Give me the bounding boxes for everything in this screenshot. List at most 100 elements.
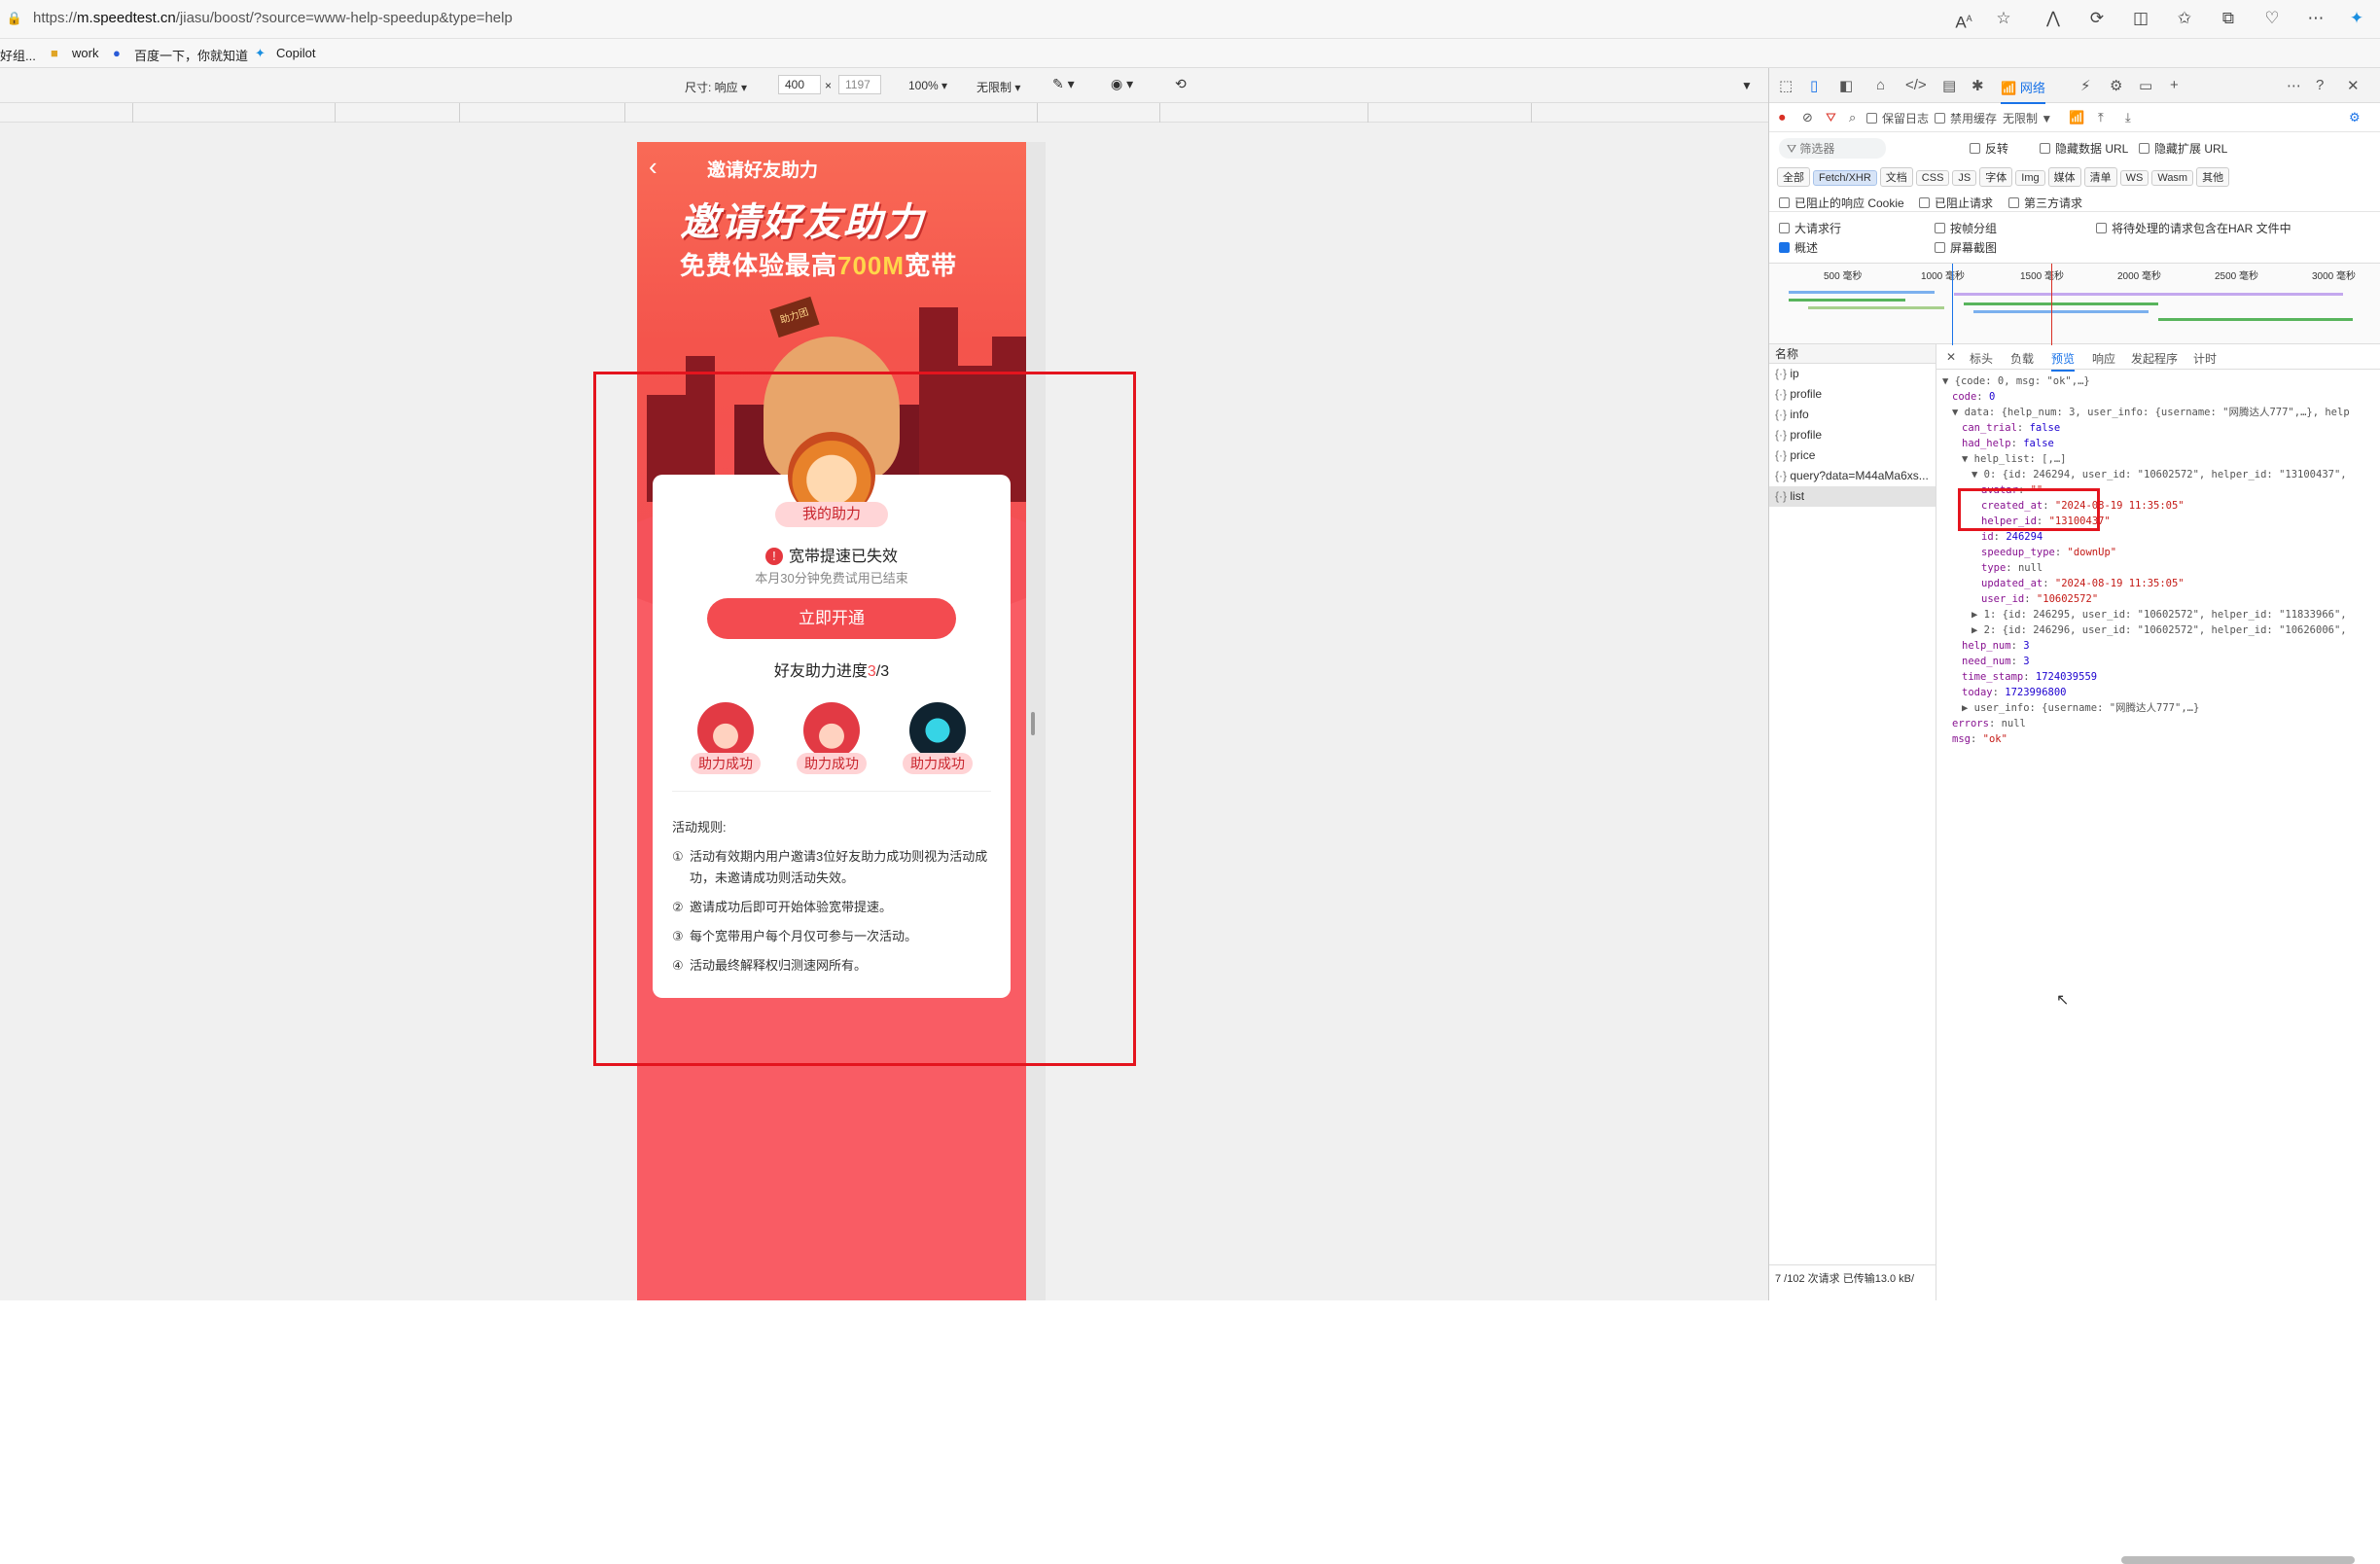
- elements-icon[interactable]: </>: [1905, 77, 1927, 93]
- close-devtools-icon[interactable]: ✕: [2347, 77, 2360, 94]
- tab-headers[interactable]: 标头: [1970, 350, 1993, 367]
- timeline-overview[interactable]: 500 毫秒 1000 毫秒 1500 毫秒 2000 毫秒 2500 毫秒 3…: [1769, 263, 2380, 345]
- bookmark-copilot[interactable]: Copilot: [276, 46, 315, 60]
- throttle-select[interactable]: 无限制 ▼: [2003, 110, 2052, 126]
- chip-css[interactable]: CSS: [1915, 170, 1950, 186]
- json-preview[interactable]: ▼ {code: 0, msg: "ok",…} code: 0 ▼ data: {…: [1942, 373, 2350, 747]
- browser-essentials-icon[interactable]: ♡: [2261, 8, 2283, 29]
- application-icon[interactable]: ▭: [2139, 77, 2152, 94]
- lock-icon[interactable]: 🔒: [4, 8, 25, 29]
- dock-icon[interactable]: ◧: [1839, 77, 1853, 94]
- copilot-icon[interactable]: ✦: [2346, 8, 2367, 29]
- request-row[interactable]: {·} profile: [1769, 425, 1936, 445]
- tab-network[interactable]: 📶 网络: [2001, 78, 2045, 104]
- bookmark-item[interactable]: 好组...: [0, 46, 36, 64]
- eye-icon[interactable]: ◉ ▾: [1111, 76, 1133, 92]
- home-icon[interactable]: ⌂: [1876, 77, 1885, 93]
- sources-icon[interactable]: ✱: [1971, 77, 1984, 94]
- extension-icon[interactable]: ⋀: [2043, 8, 2064, 29]
- screenshots-checkbox[interactable]: 屏幕截图: [1935, 239, 1997, 256]
- record-icon[interactable]: ⏺: [1779, 110, 1786, 125]
- device-toggle-icon[interactable]: ▯: [1810, 77, 1818, 94]
- request-row[interactable]: {·} info: [1769, 405, 1936, 425]
- url-field[interactable]: https://m.speedtest.cn/jiasu/boost/?sour…: [33, 10, 513, 26]
- tab-timing[interactable]: 计时: [2193, 350, 2217, 367]
- width-input[interactable]: 400: [778, 75, 821, 94]
- chip-all[interactable]: 全部: [1777, 167, 1810, 187]
- wifi-icon[interactable]: 📶: [2069, 110, 2084, 125]
- throttle-select[interactable]: 无限制 ▾: [977, 79, 1020, 95]
- rotate-icon[interactable]: ⟲: [1175, 76, 1187, 92]
- help-icon[interactable]: ?: [2316, 77, 2324, 93]
- chip-other[interactable]: 其他: [2196, 167, 2230, 187]
- chip-js[interactable]: JS: [1952, 170, 1977, 186]
- dimensions-select[interactable]: 尺寸: 响应 ▾: [685, 79, 747, 95]
- filter-input[interactable]: ⛛ 筛选器: [1779, 138, 1886, 159]
- json-line[interactable]: today: 1723996800: [1942, 685, 2350, 700]
- json-line[interactable]: ▶ user_info: {username: "网腾达人777",…}: [1942, 700, 2350, 716]
- chip-media[interactable]: 媒体: [2047, 167, 2081, 187]
- settings-gear-icon[interactable]: ⚙: [2349, 110, 2361, 125]
- request-row[interactable]: {·} ip: [1769, 364, 1936, 384]
- close-detail-icon[interactable]: ✕: [1946, 350, 1956, 364]
- hide-ext-url-checkbox[interactable]: 隐藏扩展 URL: [2139, 140, 2227, 157]
- chevron-left-icon[interactable]: ‹: [649, 152, 657, 182]
- inspect-icon[interactable]: ⬚: [1779, 77, 1793, 94]
- request-row[interactable]: {·} profile: [1769, 384, 1936, 405]
- json-line[interactable]: id: 246294: [1942, 529, 2350, 545]
- json-line[interactable]: help_num: 3: [1942, 638, 2350, 654]
- chip-img[interactable]: Img: [2015, 170, 2045, 186]
- zoom-select[interactable]: 100% ▾: [908, 79, 947, 92]
- json-line[interactable]: ▼ data: {help_num: 3, user_info: {userna…: [1942, 405, 2350, 420]
- json-line[interactable]: updated_at: "2024-08-19 11:35:05": [1942, 576, 2350, 591]
- favorites-icon[interactable]: ✩: [2174, 8, 2195, 29]
- overview-checkbox[interactable]: 概述: [1779, 239, 1818, 256]
- tab-initiator[interactable]: 发起程序: [2131, 350, 2178, 367]
- pen-icon[interactable]: ✎ ▾: [1052, 76, 1075, 92]
- bookmark-work[interactable]: work: [72, 46, 98, 60]
- device-menu-icon[interactable]: ▼: [1741, 79, 1753, 92]
- memory-icon[interactable]: ⚙: [2110, 77, 2122, 94]
- read-aloud-icon[interactable]: AA: [1953, 8, 1974, 32]
- json-line[interactable]: time_stamp: 1724039559: [1942, 669, 2350, 685]
- json-line[interactable]: ▼ {code: 0, msg: "ok",…}: [1942, 373, 2350, 389]
- request-row-selected[interactable]: {·} list: [1769, 486, 1936, 507]
- json-line[interactable]: ▶ 1: {id: 246295, user_id: "10602572", h…: [1942, 607, 2350, 622]
- big-rows-checkbox[interactable]: 大请求行: [1779, 220, 1841, 236]
- refresh-icon[interactable]: ⟳: [2086, 8, 2108, 29]
- har-checkbox[interactable]: 将待处理的请求包含在HAR 文件中: [2096, 220, 2291, 236]
- more-icon[interactable]: ⋯: [2287, 77, 2301, 94]
- chip-doc[interactable]: 文档: [1879, 167, 1913, 187]
- group-by-frame-checkbox[interactable]: 按帧分组: [1935, 220, 1997, 236]
- chip-fetch-xhr[interactable]: Fetch/XHR: [1813, 170, 1877, 186]
- blocked-requests-checkbox[interactable]: 已阻止请求: [1919, 195, 1993, 211]
- chip-manifest[interactable]: 清单: [2083, 167, 2117, 187]
- tab-preview[interactable]: 预览: [2051, 350, 2076, 372]
- clear-icon[interactable]: ⊘: [1802, 110, 1813, 125]
- json-line[interactable]: code: 0: [1942, 389, 2350, 405]
- performance-icon[interactable]: ⚡: [2080, 77, 2091, 94]
- json-line[interactable]: type: null: [1942, 560, 2350, 576]
- chip-font[interactable]: 字体: [1979, 167, 2013, 187]
- disable-cache-checkbox[interactable]: 禁用缓存: [1935, 110, 1997, 126]
- name-column-header[interactable]: 名称: [1769, 344, 1936, 364]
- json-line[interactable]: ▶ 2: {id: 246296, user_id: "10602572", h…: [1942, 622, 2350, 638]
- request-row[interactable]: {·} query?data=M44aMa6xs...: [1769, 466, 1936, 486]
- hide-data-url-checkbox[interactable]: 隐藏数据 URL: [2040, 140, 2128, 157]
- json-line[interactable]: errors: null: [1942, 716, 2350, 731]
- horizontal-scrollbar[interactable]: [2121, 1556, 2355, 1564]
- tab-response[interactable]: 响应: [2092, 350, 2115, 367]
- json-line[interactable]: can_trial: false: [1942, 420, 2350, 436]
- json-line[interactable]: ▼ 0: {id: 246294, user_id: "10602572", h…: [1942, 467, 2350, 482]
- collections-icon[interactable]: ⧉: [2218, 8, 2239, 29]
- invert-checkbox[interactable]: 反转: [1970, 140, 2008, 157]
- favorite-star-icon[interactable]: ☆: [1993, 8, 2014, 29]
- import-icon[interactable]: ⤒: [2098, 110, 2104, 125]
- add-tab-icon[interactable]: +: [2170, 77, 2179, 93]
- more-menu-icon[interactable]: ⋯: [2305, 8, 2327, 29]
- blocked-cookies-checkbox[interactable]: 已阻止的响应 Cookie: [1779, 195, 1904, 211]
- json-line[interactable]: user_id: "10602572": [1942, 591, 2350, 607]
- json-line[interactable]: need_num: 3: [1942, 654, 2350, 669]
- third-party-checkbox[interactable]: 第三方请求: [2008, 195, 2082, 211]
- json-line[interactable]: speedup_type: "downUp": [1942, 545, 2350, 560]
